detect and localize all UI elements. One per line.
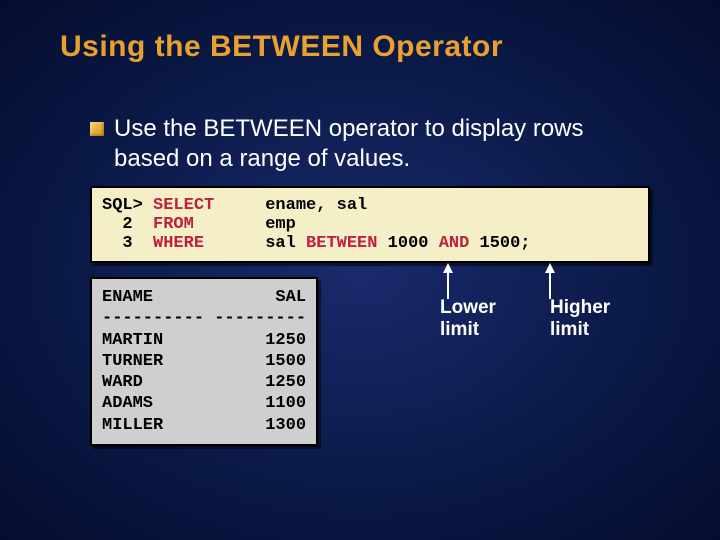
sql-keyword-where: WHERE <box>153 234 204 253</box>
table-row: MILLER 1300 <box>102 416 306 435</box>
annotation-higher-line1: Higher <box>550 297 610 318</box>
sql-line3-rest-c: 1500; <box>469 234 530 253</box>
sql-line1-prompt: SQL> <box>102 196 153 215</box>
annotation-lower-line1: Lower <box>440 297 496 318</box>
annotation-higher-line2: limit <box>550 319 589 340</box>
slide-title: Using the BETWEEN Operator <box>0 0 720 64</box>
table-row: MARTIN 1250 <box>102 331 306 350</box>
sql-keyword-select: SELECT <box>153 196 214 215</box>
bullet-icon <box>90 122 104 136</box>
table-row: ADAMS 1100 <box>102 394 306 413</box>
sql-line3-rest-a: sal <box>204 234 306 253</box>
annotation-higher-limit: Higher limit <box>550 297 610 341</box>
sql-line1-rest: ename, sal <box>214 196 367 215</box>
table-row: WARD 1250 <box>102 373 306 392</box>
results-divider: ---------- --------- <box>102 309 306 328</box>
sql-code-box: SQL> SELECT ename, sal 2 FROM emp 3 WHER… <box>90 186 650 263</box>
sql-line3-prompt: 3 <box>102 234 153 253</box>
sql-keyword-between: BETWEEN <box>306 234 377 253</box>
annotation-lower-limit: Lower limit <box>440 297 496 341</box>
bullet-list: Use the BETWEEN operator to display rows… <box>0 64 720 174</box>
results-box: ENAME SAL ---------- --------- MARTIN 12… <box>90 277 318 446</box>
results-area: ENAME SAL ---------- --------- MARTIN 12… <box>90 277 720 446</box>
annotation-lower-line2: limit <box>440 319 479 340</box>
sql-line3-rest-b: 1000 <box>377 234 438 253</box>
sql-line2-prompt: 2 <box>102 215 153 234</box>
sql-keyword-from: FROM <box>153 215 194 234</box>
sql-line2-rest: emp <box>194 215 296 234</box>
bullet-item: Use the BETWEEN operator to display rows… <box>90 114 720 174</box>
sql-code-container: SQL> SELECT ename, sal 2 FROM emp 3 WHER… <box>90 186 650 263</box>
sql-keyword-and: AND <box>439 234 470 253</box>
annotation-arrows <box>390 263 650 333</box>
results-header: ENAME SAL <box>102 288 306 307</box>
bullet-text: Use the BETWEEN operator to display rows… <box>114 114 634 174</box>
table-row: TURNER 1500 <box>102 352 306 371</box>
